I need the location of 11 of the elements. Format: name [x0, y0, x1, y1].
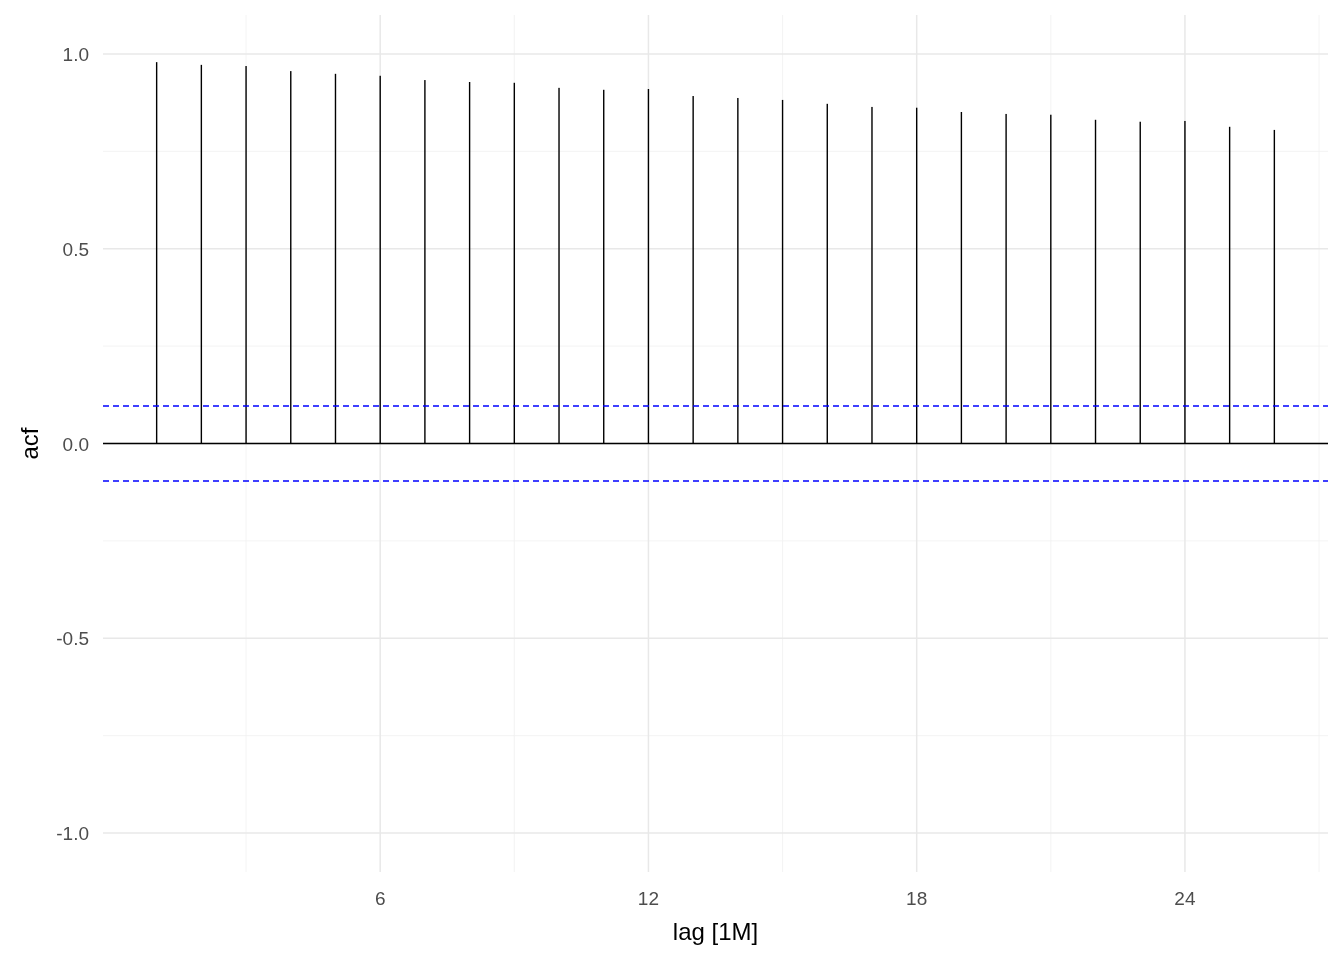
x-tick-label: 6: [374, 888, 386, 909]
y-tick-label: 1.0: [62, 43, 89, 65]
y-tick-label: 0.5: [62, 238, 89, 260]
y-axis-title: acf: [16, 427, 43, 460]
x-tick-label: 18: [906, 888, 928, 909]
x-axis-title: lag [1M]: [672, 918, 759, 945]
x-tick-label: 24: [1174, 888, 1196, 909]
y-tick-label: 0.0: [62, 433, 89, 455]
y-tick-label: -0.5: [56, 628, 89, 650]
x-tick-label: 12: [637, 888, 659, 909]
y-tick-label: -1.0: [56, 823, 89, 845]
